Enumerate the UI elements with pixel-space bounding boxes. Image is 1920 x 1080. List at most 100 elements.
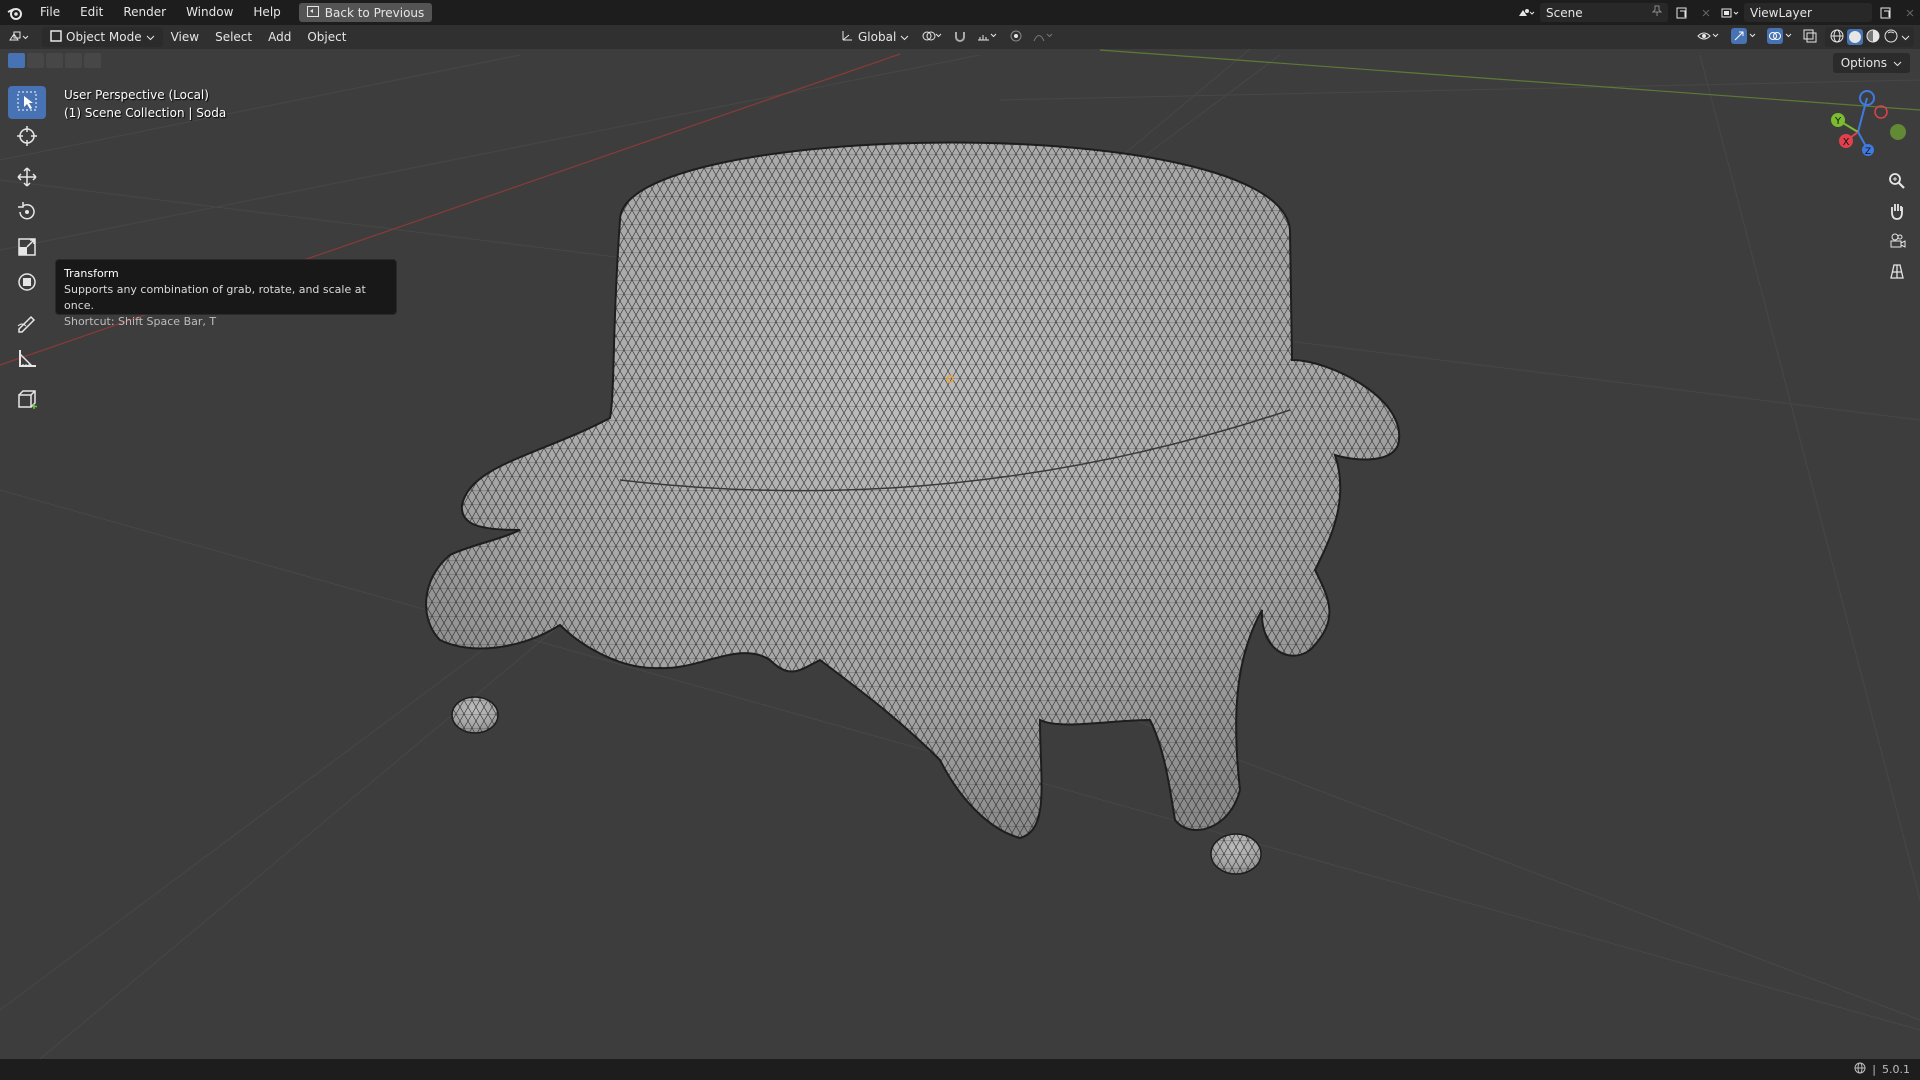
transform-icon	[16, 271, 38, 296]
visibility-dropdown[interactable]	[1695, 27, 1723, 47]
view-layer-selector-icon[interactable]	[1720, 3, 1740, 22]
pencil-icon	[16, 312, 38, 337]
zoom-button[interactable]	[1883, 168, 1911, 196]
new-view-layer-icon[interactable]	[1876, 3, 1896, 22]
menu-help[interactable]: Help	[243, 0, 290, 25]
gizmo-x-label: X	[1843, 137, 1850, 148]
tooltip-shortcut: Shortcut: Shift Space Bar, T	[64, 315, 217, 328]
pivot-point-dropdown[interactable]	[919, 27, 945, 47]
back-to-previous-label: Back to Previous	[324, 5, 425, 20]
blender-logo-icon[interactable]	[0, 0, 30, 25]
tool-shelf	[8, 86, 46, 419]
status-divider: |	[1872, 1063, 1876, 1076]
delete-scene-icon[interactable]	[1696, 3, 1716, 22]
transform-tooltip: Transform Supports any combination of gr…	[55, 259, 397, 328]
menu-edit[interactable]: Edit	[70, 0, 113, 25]
wireframe-shading-icon[interactable]	[1829, 28, 1845, 47]
rendered-shading-icon[interactable]	[1883, 28, 1899, 47]
measure-tool[interactable]	[8, 343, 46, 376]
select-box-tool[interactable]	[8, 86, 46, 119]
snap-increment-icon	[977, 29, 999, 46]
select-invert-icon[interactable]	[65, 53, 82, 68]
orientation-label: Global	[858, 30, 897, 44]
viewport-display-tools	[1695, 27, 1914, 47]
chevron-down-icon	[1893, 56, 1902, 70]
new-scene-icon[interactable]	[1672, 3, 1692, 22]
move-tool[interactable]	[8, 162, 46, 195]
falloff-curve-icon	[1033, 29, 1055, 46]
menu-window[interactable]: Window	[176, 0, 243, 25]
material-preview-icon[interactable]	[1865, 28, 1881, 47]
perspective-toggle-button[interactable]	[1883, 258, 1911, 286]
cursor-arrow-icon	[16, 90, 38, 115]
menu-select[interactable]: Select	[207, 27, 260, 47]
add-cube-tool[interactable]	[8, 384, 46, 417]
editor-type-button[interactable]	[0, 27, 38, 47]
view-layer-field[interactable]: ViewLayer	[1744, 3, 1872, 22]
proportional-editing-toggle[interactable]	[1007, 27, 1025, 47]
gizmo-x-negative[interactable]	[1874, 105, 1888, 119]
gizmo-icon	[1731, 27, 1757, 47]
scene-name: Scene	[1546, 5, 1583, 20]
selection-mode-buttons	[8, 53, 101, 68]
cursor-tool[interactable]	[8, 121, 46, 154]
menu-object[interactable]: Object	[299, 27, 354, 47]
collection-label: (1) Scene Collection | Soda	[64, 106, 227, 120]
rotate-icon	[16, 201, 38, 226]
orientation-axes-icon	[840, 29, 854, 46]
pan-button[interactable]	[1883, 198, 1911, 226]
menu-add[interactable]: Add	[260, 27, 299, 47]
pivot-icon	[921, 29, 943, 46]
chevron-down-icon[interactable]	[1901, 30, 1910, 44]
select-new-icon[interactable]	[8, 53, 25, 68]
tooltip-description: Supports any combination of grab, rotate…	[64, 283, 366, 312]
crosshair-cursor-icon	[16, 125, 38, 150]
3d-viewport[interactable]	[0, 49, 1920, 1059]
snap-toggle[interactable]	[951, 27, 969, 47]
network-globe-icon	[1854, 1062, 1866, 1077]
view-layer-name: ViewLayer	[1750, 5, 1812, 20]
transform-tool[interactable]	[8, 267, 46, 300]
snap-target-dropdown[interactable]	[975, 27, 1001, 47]
orientation-dropdown[interactable]: Global	[836, 27, 913, 47]
options-dropdown[interactable]: Options	[1832, 53, 1910, 73]
hand-icon	[1888, 202, 1906, 223]
navigation-gizmo[interactable]: Y X Z	[1818, 90, 1918, 173]
select-subtract-icon[interactable]	[46, 53, 63, 68]
transform-tools-group: Global	[836, 27, 1057, 47]
falloff-dropdown[interactable]	[1031, 27, 1057, 47]
overlays-toggle[interactable]	[1765, 27, 1795, 47]
soda-mesh-object[interactable]	[0, 49, 1920, 1059]
camera-view-button[interactable]	[1883, 228, 1911, 256]
object-mode-icon	[50, 29, 62, 45]
menu-view[interactable]: View	[163, 27, 207, 47]
menu-file[interactable]: File	[30, 0, 70, 25]
menu-render[interactable]: Render	[113, 0, 176, 25]
gizmo-toggle[interactable]	[1729, 27, 1759, 47]
xray-icon	[1803, 29, 1817, 46]
annotate-tool[interactable]	[8, 308, 46, 341]
scene-field[interactable]: Scene	[1540, 3, 1668, 22]
camera-icon	[1888, 232, 1906, 253]
object-mode-dropdown[interactable]: Object Mode	[42, 27, 163, 47]
scale-tool[interactable]	[8, 232, 46, 265]
rotate-tool[interactable]	[8, 197, 46, 230]
solid-shading-icon[interactable]	[1847, 29, 1863, 45]
pin-icon[interactable]	[1651, 5, 1663, 20]
back-to-previous-button[interactable]: Back to Previous	[298, 3, 433, 22]
chevron-down-icon	[900, 30, 909, 44]
select-intersect-icon[interactable]	[84, 53, 101, 68]
ruler-icon	[16, 347, 38, 372]
shading-mode-group	[1825, 27, 1914, 47]
scene-selector-icon[interactable]	[1516, 3, 1536, 22]
xray-toggle[interactable]	[1801, 27, 1819, 47]
tooltip-title: Transform	[64, 267, 119, 280]
perspective-label: User Perspective (Local)	[64, 88, 209, 102]
scale-icon	[16, 236, 38, 261]
delete-view-layer-icon[interactable]	[1900, 3, 1920, 22]
add-cube-icon	[16, 388, 38, 413]
move-arrows-icon	[16, 166, 38, 191]
select-extend-icon[interactable]	[27, 53, 44, 68]
gizmo-y-label: Y	[1834, 116, 1842, 127]
gizmo-y-negative[interactable]	[1890, 124, 1906, 140]
